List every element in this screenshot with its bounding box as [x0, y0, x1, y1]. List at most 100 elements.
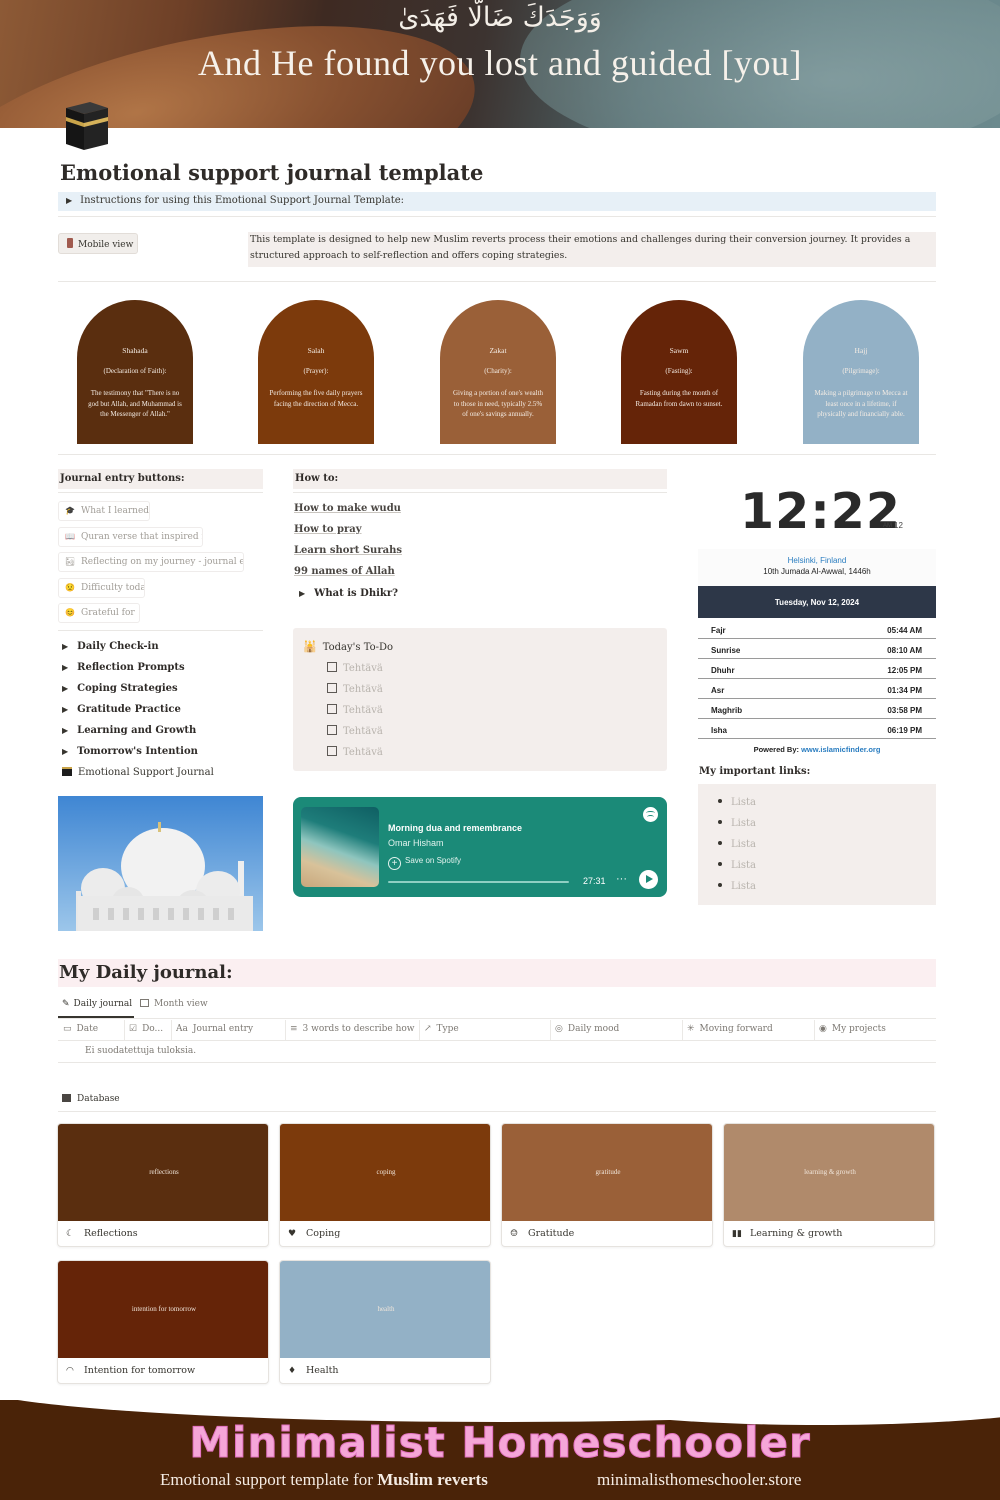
- todo-item[interactable]: Tehtävä: [327, 746, 383, 758]
- toggle-block[interactable]: ▶ Learning and Growth: [62, 725, 196, 736]
- triangle-right-icon[interactable]: ▶: [62, 725, 68, 735]
- header-banner: وَوَجَدَكَ ضَالًّا فَهَدَىٰ And He found…: [0, 0, 1000, 128]
- save-on-spotify-button[interactable]: + Save on Spotify: [388, 856, 461, 870]
- progress-bar[interactable]: [388, 881, 569, 883]
- how-to-link[interactable]: How to make wudu: [294, 503, 401, 514]
- table-column-header[interactable]: ◉ My projects: [819, 1024, 936, 1034]
- triangle-right-icon[interactable]: ▶: [62, 746, 68, 756]
- journal-entry-button[interactable]: 📖 Quran verse that inspired me: [58, 526, 203, 547]
- checkbox[interactable]: [327, 683, 337, 693]
- mobile-view-button[interactable]: Mobile view: [58, 233, 138, 254]
- clock-seconds: 12: [894, 521, 903, 530]
- prayer-time: 01:34 PM: [887, 686, 922, 695]
- important-link-label: Lista: [731, 860, 756, 871]
- prayer-city[interactable]: Helsinki, Finland: [698, 549, 936, 565]
- journal-entry-button-label: Quran verse that inspired me: [81, 531, 203, 542]
- checkbox[interactable]: [327, 704, 337, 714]
- prayer-name: Sunrise: [711, 646, 741, 655]
- toggle-block[interactable]: ▶ Daily Check-in: [62, 641, 159, 652]
- clock-ampm: AM: [883, 523, 892, 529]
- play-button[interactable]: [639, 870, 658, 889]
- triangle-right-icon[interactable]: ▶: [62, 704, 68, 714]
- checkbox[interactable]: [327, 725, 337, 735]
- toggle-block[interactable]: ▶ Tomorrow's Intention: [62, 746, 198, 757]
- instructions-toggle[interactable]: ▶ Instructions for using this Emotional S…: [58, 192, 936, 211]
- database-label[interactable]: Database: [62, 1094, 120, 1104]
- journal-entry-button[interactable]: 😟 Difficulty today: [58, 577, 145, 598]
- more-options-icon[interactable]: ···: [616, 873, 627, 885]
- todo-item[interactable]: Tehtävä: [327, 662, 383, 674]
- todo-item[interactable]: Tehtävä: [327, 683, 383, 695]
- card-cover-text: learning & growth: [804, 1168, 856, 1176]
- gallery-card[interactable]: learning & growth ▮▮ Learning & growth: [723, 1123, 935, 1247]
- banner-tagline: And He found you lost and guided [you]: [198, 43, 802, 83]
- important-link-item[interactable]: Lista: [718, 818, 756, 829]
- todo-item[interactable]: Tehtävä: [327, 725, 383, 737]
- card-caption: ♦ Health: [288, 1365, 339, 1376]
- pillar-description: Making a pilgrimage to Mecca at least on…: [814, 389, 908, 418]
- table-column-header[interactable]: ☑ Do...: [129, 1024, 169, 1034]
- gallery-card[interactable]: gratitude ☺ Gratitude: [501, 1123, 713, 1247]
- important-link-item[interactable]: Lista: [718, 839, 756, 850]
- divider: [58, 492, 263, 493]
- spotify-embed[interactable]: Morning dua and remembrance Omar Hisham …: [293, 797, 667, 897]
- triangle-right-icon[interactable]: ▶: [66, 196, 72, 205]
- toggle-block[interactable]: ▶ Gratitude Practice: [62, 704, 181, 715]
- journal-entry-button-label: Difficulty today: [81, 582, 145, 593]
- toggle-block[interactable]: ▶ Reflection Prompts: [62, 662, 185, 673]
- smile-icon: ☺: [510, 1229, 519, 1239]
- view-tab-label: Month view: [154, 999, 208, 1009]
- table-column-header[interactable]: Aa Journal entry: [176, 1024, 282, 1034]
- pillar-title: Hajj: [854, 346, 868, 355]
- card-cover: reflections: [58, 1124, 268, 1221]
- view-tab-month[interactable]: Month view: [140, 999, 208, 1009]
- journal-entry-button[interactable]: 😊 Grateful for: [58, 603, 140, 623]
- track-artist[interactable]: Omar Hisham: [388, 838, 444, 848]
- footer-subtitle: Emotional support template for Muslim re…: [160, 1470, 488, 1490]
- table-column-header[interactable]: ≡ 3 words to describe how ...: [290, 1024, 416, 1034]
- islamicfinder-link[interactable]: www.islamicfinder.org: [801, 745, 880, 754]
- important-link-item[interactable]: Lista: [718, 797, 756, 808]
- table-column-header[interactable]: ◎ Daily mood: [555, 1024, 679, 1034]
- gallery-card[interactable]: coping ♥ Coping: [279, 1123, 491, 1247]
- important-link-item[interactable]: Lista: [718, 881, 756, 892]
- important-link-item[interactable]: Lista: [718, 860, 756, 871]
- important-link-label: Lista: [731, 839, 756, 850]
- dhikr-toggle[interactable]: ▶ What is Dhikr?: [299, 588, 398, 599]
- todo-item[interactable]: Tehtävä: [327, 704, 383, 716]
- table-column-header[interactable]: ▭ Date: [63, 1024, 121, 1034]
- triangle-right-icon[interactable]: ▶: [299, 588, 305, 598]
- moon-icon: ☾: [66, 1229, 75, 1239]
- checkbox[interactable]: [327, 746, 337, 756]
- journal-entry-button[interactable]: 🎓 What I learned today: [58, 501, 150, 521]
- card-cover-text: health: [377, 1305, 395, 1313]
- toggle-block[interactable]: ▶ Coping Strategies: [62, 683, 178, 694]
- todo-item-label: Tehtävä: [343, 684, 383, 695]
- triangle-right-icon[interactable]: ▶: [62, 641, 68, 651]
- gallery-card[interactable]: intention for tomorrow ◠ Intention for tom…: [57, 1260, 269, 1384]
- triangle-right-icon[interactable]: ▶: [62, 662, 68, 672]
- triangle-right-icon[interactable]: ▶: [62, 683, 68, 693]
- divider: [58, 216, 936, 217]
- powered-by: Powered By: www.islamicfinder.org: [698, 745, 936, 754]
- emotional-support-journal-link[interactable]: Emotional Support Journal: [62, 767, 214, 778]
- footer-website[interactable]: minimalisthomeschooler.store: [597, 1470, 801, 1490]
- journal-entry-button[interactable]: 🏜 Reflecting on my journey - journal en..…: [58, 552, 244, 572]
- table-column-header[interactable]: ↗ Type: [424, 1024, 547, 1034]
- how-to-link[interactable]: 99 names of Allah: [294, 566, 395, 577]
- pillar-title: Zakat: [489, 346, 507, 355]
- database-label-text: Database: [77, 1094, 120, 1104]
- gallery-card[interactable]: health ♦ Health: [279, 1260, 491, 1384]
- sad-face-icon: 😟: [65, 582, 75, 592]
- card-cover: health: [280, 1261, 490, 1358]
- how-to-link[interactable]: How to pray: [294, 524, 362, 535]
- gallery-card[interactable]: reflections ☾ Reflections: [57, 1123, 269, 1247]
- spotify-logo-icon[interactable]: [643, 807, 658, 822]
- view-tab-daily-journal[interactable]: ✎ Daily journal: [62, 999, 132, 1009]
- checkbox[interactable]: [327, 662, 337, 672]
- how-to-link[interactable]: Learn short Surahs: [294, 545, 402, 556]
- table-column-header[interactable]: ✳ Moving forward: [687, 1024, 811, 1034]
- save-label: Save on Spotify: [405, 856, 462, 865]
- track-title[interactable]: Morning dua and remembrance: [388, 823, 522, 833]
- bullet-icon: [718, 799, 722, 803]
